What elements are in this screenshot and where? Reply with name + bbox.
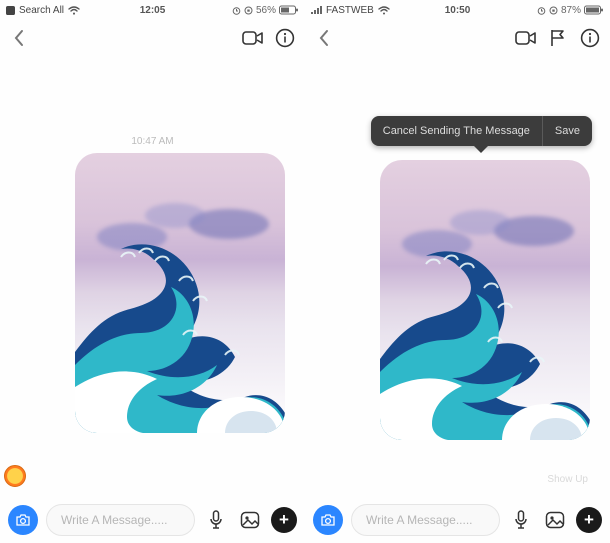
nav-bar xyxy=(0,20,305,56)
cellular-signal-icon xyxy=(311,6,322,14)
alarm-icon xyxy=(537,6,546,15)
video-call-button[interactable] xyxy=(241,26,265,50)
battery-percent: 87% xyxy=(561,5,581,16)
save-option[interactable]: Save xyxy=(543,116,592,146)
chat-area[interactable]: Cancel Sending The Message Save xyxy=(305,56,610,497)
right-pane: FASTWEB 10:50 87% Cancel Sending The Mes… xyxy=(305,0,610,543)
nav-bar xyxy=(305,20,610,56)
status-text: Show Up xyxy=(547,474,588,485)
back-button[interactable] xyxy=(8,27,30,49)
status-bar: Search All 12:05 56% xyxy=(0,0,305,20)
composer: Write A Message..... + xyxy=(305,497,610,543)
composer: Write A Message..... + xyxy=(0,497,305,543)
video-call-button[interactable] xyxy=(514,26,538,50)
context-menu: Cancel Sending The Message Save xyxy=(371,116,592,146)
more-button[interactable]: + xyxy=(576,507,602,533)
wifi-icon xyxy=(68,6,80,15)
flag-button[interactable] xyxy=(546,26,570,50)
cancel-send-option[interactable]: Cancel Sending The Message xyxy=(371,116,542,146)
carrier-label: FASTWEB xyxy=(326,5,374,16)
gallery-button[interactable] xyxy=(237,507,263,533)
info-button[interactable] xyxy=(578,26,602,50)
alarm-icon xyxy=(232,6,241,15)
message-input[interactable]: Write A Message..... xyxy=(351,504,500,536)
left-pane: Search All 12:05 56% 10:47 AM xyxy=(0,0,305,543)
battery-icon xyxy=(279,5,299,15)
battery-percent: 56% xyxy=(256,5,276,16)
info-button[interactable] xyxy=(273,26,297,50)
message-input[interactable]: Write A Message..... xyxy=(46,504,195,536)
battery-icon xyxy=(584,5,604,15)
app-indicator-icon xyxy=(6,6,15,15)
wave-artwork-icon xyxy=(75,237,285,433)
status-bar: FASTWEB 10:50 87% xyxy=(305,0,610,20)
orientation-lock-icon xyxy=(244,6,253,15)
wave-artwork-icon xyxy=(380,244,590,440)
gallery-button[interactable] xyxy=(542,507,568,533)
clock: 10:50 xyxy=(405,5,510,16)
message-timestamp: 10:47 AM xyxy=(0,136,305,147)
orientation-lock-icon xyxy=(549,6,558,15)
more-button[interactable]: + xyxy=(271,507,297,533)
sent-image-message[interactable] xyxy=(380,160,590,440)
clock: 12:05 xyxy=(100,5,205,16)
camera-button[interactable] xyxy=(8,505,38,535)
chat-area[interactable]: 10:47 AM xyxy=(0,56,305,497)
record-indicator-icon[interactable] xyxy=(4,465,26,487)
wifi-icon xyxy=(378,6,390,15)
carrier-label: Search All xyxy=(19,5,64,16)
camera-button[interactable] xyxy=(313,505,343,535)
sent-image-message[interactable] xyxy=(75,153,285,433)
voice-button[interactable] xyxy=(508,507,534,533)
voice-button[interactable] xyxy=(203,507,229,533)
back-button[interactable] xyxy=(313,27,335,49)
